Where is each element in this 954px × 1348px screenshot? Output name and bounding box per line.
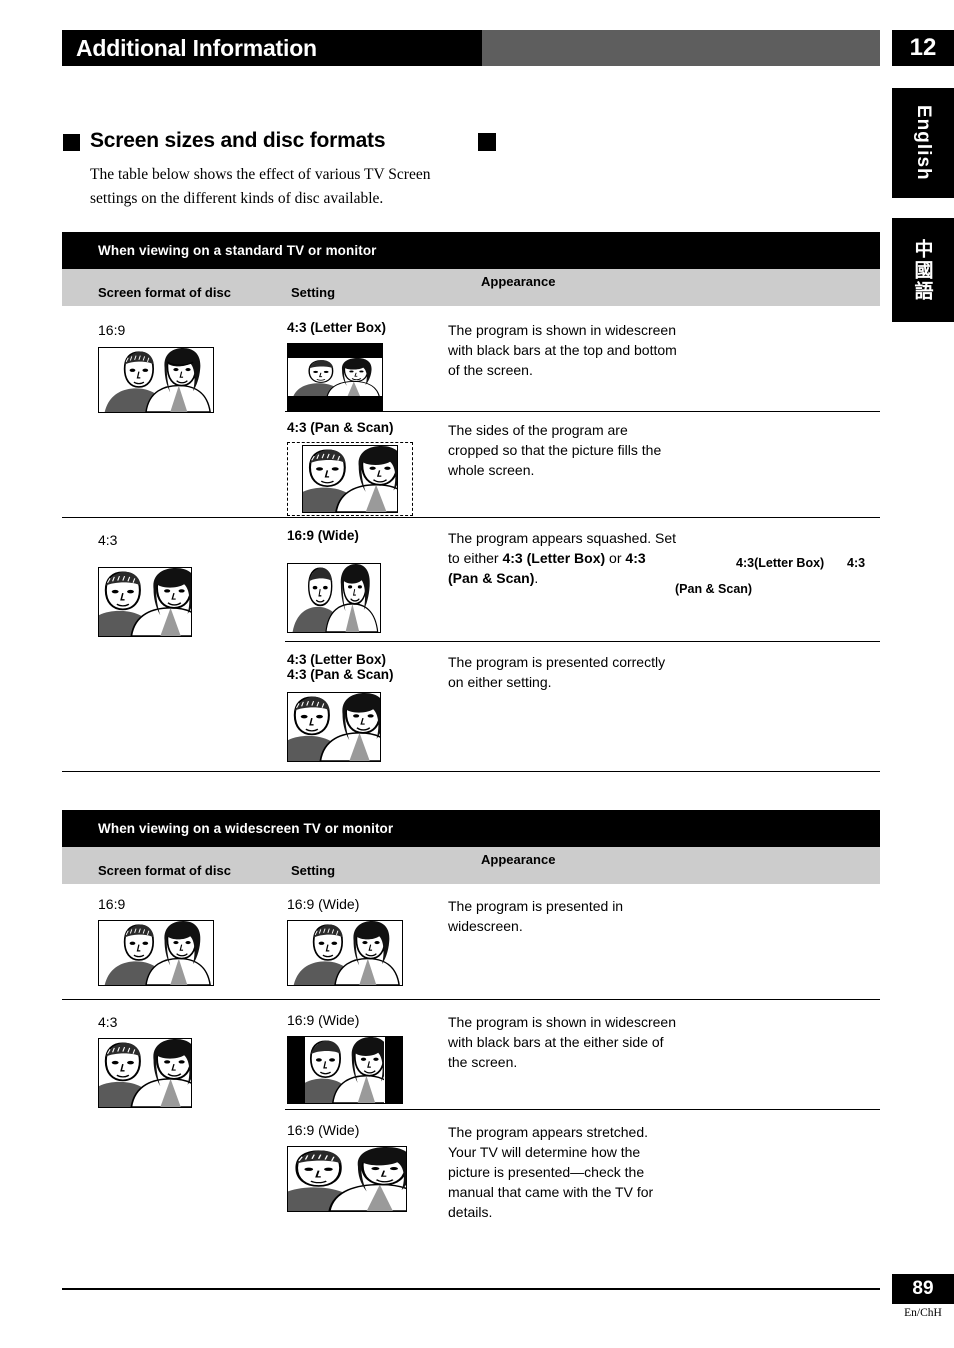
sidebar-item-english[interactable]: English xyxy=(892,88,954,198)
appearance-cell: The program appears squashed. Set to eit… xyxy=(448,528,678,588)
appearance-part: . xyxy=(534,570,539,586)
appearance-part: or xyxy=(605,550,626,566)
footer-rule xyxy=(62,1288,880,1290)
setting-cell: 4:3 (Letter Box) xyxy=(287,320,386,411)
setting-picture-stretched xyxy=(287,1146,407,1212)
table-banner: When viewing on a widescreen TV or monit… xyxy=(62,810,880,847)
appearance-cell: The sides of the program are cropped so … xyxy=(448,422,662,478)
table-row: 4:3 xyxy=(62,518,880,772)
table-banner: When viewing on a standard TV or monitor xyxy=(62,232,880,269)
couple-illustration xyxy=(288,693,380,761)
setting-label: 16:9 (Wide) xyxy=(287,528,359,543)
couple-illustration xyxy=(288,921,402,985)
setting-picture-squashed xyxy=(287,563,381,633)
panscan-crop-outline xyxy=(287,442,413,516)
appearance-cell: The program appears stretched. Your TV w… xyxy=(448,1124,654,1220)
section-title: Screen sizes and disc formats xyxy=(90,129,386,152)
setting-picture-panscan xyxy=(302,445,398,513)
sidebar-item-chinese[interactable]: 中國語 xyxy=(892,218,954,322)
pillarbox-bar-left xyxy=(288,1037,305,1103)
disc-format-label: 16:9 xyxy=(98,896,126,912)
column-header-setting: Setting xyxy=(291,285,336,300)
appearance-cell: The program is presented correctly on ei… xyxy=(448,654,666,690)
orphan-text-ratio: 4:3 xyxy=(847,556,866,570)
couple-illustration xyxy=(288,1147,406,1211)
column-header-appearance: Appearance xyxy=(481,852,556,867)
table-column-headers: Screen format of disc Setting Appearance xyxy=(62,269,880,306)
setting-cell: 16:9 (Wide) xyxy=(287,896,403,986)
table-widescreen-tv: When viewing on a widescreen TV or monit… xyxy=(62,810,880,1250)
table-column-headers: Screen format of disc Setting Appearance xyxy=(62,847,880,884)
couple-illustration xyxy=(99,921,213,985)
column-header-disc-format: Screen format of disc xyxy=(98,863,231,878)
page-number-badge: 89 xyxy=(892,1274,954,1304)
table-row: 16:9 xyxy=(62,306,880,518)
setting-cell: 16:9 (Wide) xyxy=(287,1012,403,1104)
column-header-disc-format: Screen format of disc xyxy=(98,285,231,300)
setting-label: 16:9 (Wide) xyxy=(287,1012,360,1028)
setting-label: 4:3 (Letter Box) xyxy=(287,320,387,335)
letterbox-bar-bottom xyxy=(288,396,382,410)
orphan-text-letterbox: 4:3(Letter Box) xyxy=(736,556,825,570)
page-header-bar: Additional Information xyxy=(62,30,880,66)
chapter-number-badge: 12 xyxy=(892,30,954,66)
setting-subrow: 16:9 (Wide) xyxy=(62,1110,880,1250)
column-header-setting: Setting xyxy=(291,863,336,878)
setting-subrow: 16:9 (Wide) xyxy=(62,518,880,642)
appearance-cell: The program is shown in widescreen with … xyxy=(448,322,677,378)
letterbox-bar-top xyxy=(288,344,382,358)
setting-picture-16x9 xyxy=(287,920,403,986)
appearance-cell: The program is shown in widescreen with … xyxy=(448,1014,676,1070)
setting-subrow: 4:3 (Pan & Scan) The sides of the progra… xyxy=(62,412,880,518)
setting-cell: 16:9 (Wide) xyxy=(287,1122,407,1212)
appearance-part-bold: 4:3 (Letter Box) xyxy=(502,550,606,566)
couple-illustration xyxy=(288,564,380,632)
setting-cell: 4:3 (Pan & Scan) xyxy=(287,420,413,516)
setting-label: 16:9 (Wide) xyxy=(287,896,360,912)
setting-label: 16:9 (Wide) xyxy=(287,1122,360,1138)
table-standard-tv: When viewing on a standard TV or monitor… xyxy=(62,232,880,772)
setting-label: 4:3 (Pan & Scan) xyxy=(287,420,394,435)
orphan-text-panscan: (Pan & Scan) xyxy=(675,582,753,596)
disc-picture-16x9 xyxy=(98,920,214,986)
section-bullet-secondary-icon xyxy=(478,133,496,151)
setting-cell: 16:9 (Wide) xyxy=(287,528,381,633)
sidebar-item-english-label: English xyxy=(913,105,934,181)
pillarbox-bar-right xyxy=(385,1037,402,1103)
column-header-appearance: Appearance xyxy=(481,274,556,289)
couple-illustration xyxy=(305,1037,384,1103)
disc-format-cell: 16:9 xyxy=(98,896,214,986)
section-body-text: The table below shows the effect of vari… xyxy=(90,166,431,207)
setting-subrow: 16:9 (Wide) xyxy=(62,1000,880,1110)
couple-illustration xyxy=(288,358,382,398)
couple-illustration xyxy=(303,446,397,512)
setting-subrow: 4:3 (Letter Box) The program is shown in… xyxy=(62,306,880,412)
sidebar-item-chinese-label: 中國語 xyxy=(911,238,934,302)
table-row: 4:3 xyxy=(62,1000,880,1250)
table-row: 16:9 xyxy=(62,884,880,1000)
setting-cell: 4:3 (Letter Box) 4:3 (Pan & Scan) xyxy=(287,652,394,762)
setting-subrow: 4:3 (Letter Box) 4:3 (Pan & Scan) The pr… xyxy=(62,642,880,772)
setting-label: 4:3 (Letter Box) xyxy=(287,652,387,667)
setting-picture-pillarbox xyxy=(287,1036,403,1104)
section-bullet-icon xyxy=(63,134,80,151)
setting-label-secondary: 4:3 (Pan & Scan) xyxy=(287,667,394,682)
page-title: Additional Information xyxy=(76,35,317,61)
setting-picture-letterbox xyxy=(287,343,383,411)
setting-picture-4x3 xyxy=(287,692,381,762)
header-gray-block xyxy=(482,30,880,66)
page-language-code: En/ChH xyxy=(904,1307,942,1319)
appearance-cell: The program is presented in widescreen. xyxy=(448,898,624,934)
